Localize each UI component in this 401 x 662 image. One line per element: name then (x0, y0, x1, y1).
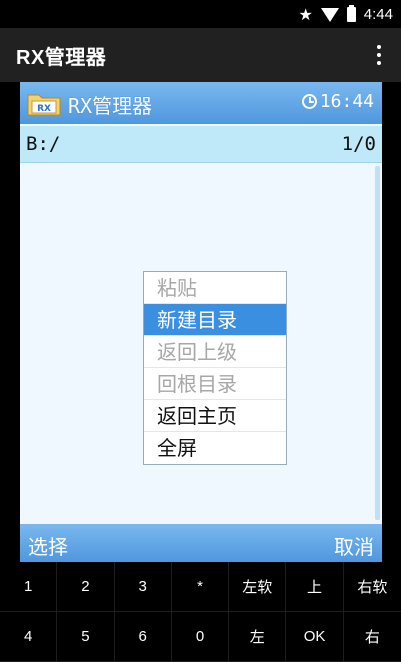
device-title-bar: RX RX管理器 16:44 (20, 82, 382, 124)
path-bar: B:/ 1/0 (20, 126, 382, 163)
key-4[interactable]: 4 (0, 612, 58, 662)
device-clock: 16:44 (301, 91, 374, 112)
key-5[interactable]: 5 (57, 612, 115, 662)
wifi-icon (320, 8, 339, 22)
svg-text:RX: RX (37, 104, 51, 114)
keypad: 1 2 3 * 左软 上 右软 4 5 6 0 左 OK 右 (0, 562, 401, 662)
current-path: B:/ (26, 133, 61, 155)
status-bar: ★ 4:44 (0, 0, 401, 28)
item-count: 1/0 (341, 133, 376, 155)
menu-item-paste[interactable]: 粘贴 (144, 272, 286, 304)
menu-item-go-home[interactable]: 返回主页 (144, 400, 286, 432)
context-menu: 粘贴 新建目录 返回上级 回根目录 返回主页 全屏 (143, 271, 287, 465)
key-left-soft[interactable]: 左软 (229, 562, 287, 612)
key-right[interactable]: 右 (343, 612, 401, 662)
app-bar: RX管理器 (0, 28, 401, 82)
key-ok[interactable]: OK (286, 612, 344, 662)
menu-item-new-folder[interactable]: 新建目录 (144, 304, 286, 336)
status-time: 4:44 (363, 5, 393, 23)
emulator-screen: RX RX管理器 16:44 B:/ 1/0 粘贴 新建目录 返回上级 回根目录… (20, 82, 382, 562)
key-left[interactable]: 左 (229, 612, 287, 662)
star-icon: ★ (298, 4, 313, 24)
status-icons: ★ 4:44 (298, 4, 393, 24)
device-title: RX管理器 (68, 94, 153, 118)
key-3[interactable]: 3 (114, 562, 172, 612)
softkey-select[interactable]: 选择 (28, 531, 68, 560)
softkey-bar: 选择 取消 (20, 524, 382, 562)
key-1[interactable]: 1 (0, 562, 58, 612)
softkey-cancel[interactable]: 取消 (334, 531, 374, 560)
key-up[interactable]: 上 (286, 562, 344, 612)
app-title: RX管理器 (16, 47, 107, 69)
key-2[interactable]: 2 (57, 562, 115, 612)
menu-item-go-root[interactable]: 回根目录 (144, 368, 286, 400)
menu-item-go-up[interactable]: 返回上级 (144, 336, 286, 368)
menu-item-fullscreen[interactable]: 全屏 (144, 432, 286, 464)
key-right-soft[interactable]: 右软 (343, 562, 401, 612)
key-6[interactable]: 6 (114, 612, 172, 662)
key-star[interactable]: * (171, 562, 230, 612)
device-clock-text: 16:44 (319, 91, 374, 112)
clock-icon (301, 94, 317, 109)
folder-icon: RX (27, 94, 61, 116)
battery-icon (346, 4, 356, 22)
key-0[interactable]: 0 (171, 612, 230, 662)
overflow-menu-icon[interactable] (367, 41, 391, 69)
scrollbar[interactable] (375, 166, 380, 520)
